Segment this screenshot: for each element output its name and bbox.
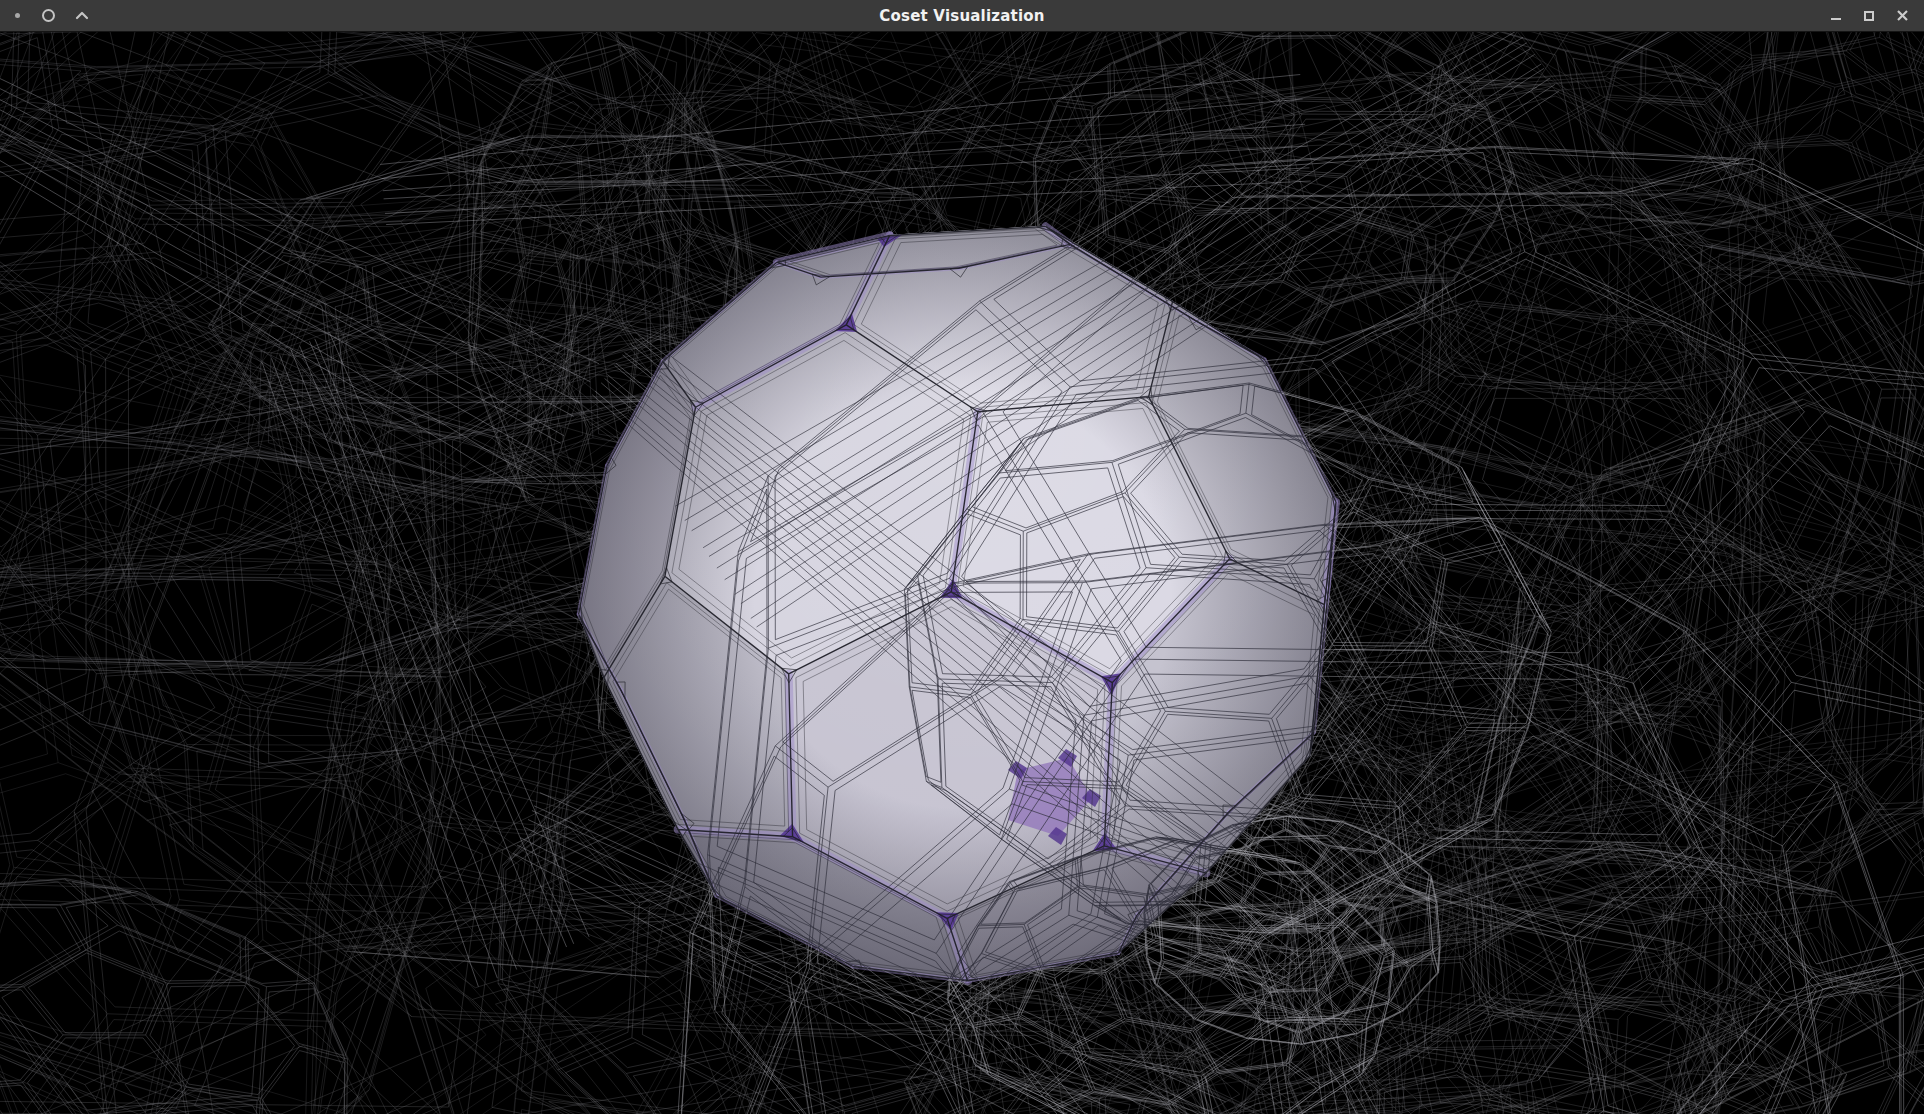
- window-title: Coset Visualization: [0, 0, 1924, 31]
- minimize-button[interactable]: [1826, 6, 1846, 26]
- titlebar[interactable]: Coset Visualization: [0, 0, 1924, 32]
- coset-visualization-viewport[interactable]: [0, 32, 1924, 1114]
- maximize-button[interactable]: [1859, 6, 1879, 26]
- close-button[interactable]: [1892, 6, 1912, 26]
